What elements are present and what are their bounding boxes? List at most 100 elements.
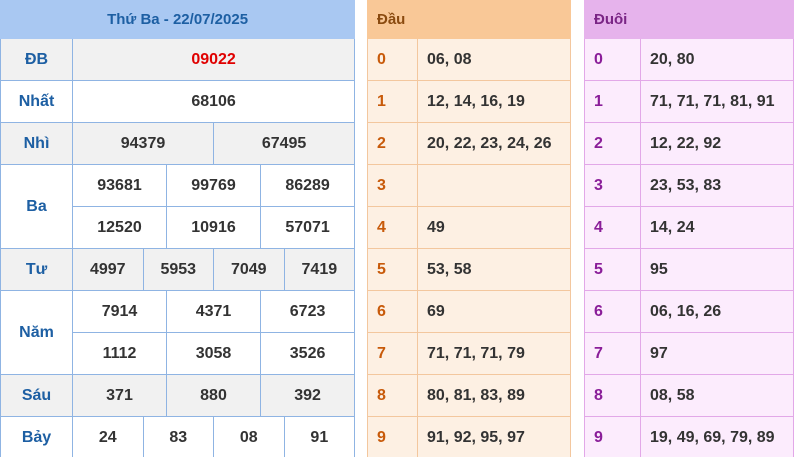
prize-number: 94379 [72,122,214,165]
head-values: 12, 14, 16, 19 [417,80,571,123]
table-row: 0 20, 80 [584,38,794,81]
prize-number: 91 [283,416,356,457]
table-row: 5 95 [584,248,794,291]
head-values [417,164,571,207]
tail-table-header-row: Đuôi [584,0,794,39]
table-row: 2 20, 22, 23, 24, 26 [367,122,571,165]
results-header-row: Thứ Ba - 22/07/2025 [0,0,356,39]
head-values: 20, 22, 23, 24, 26 [417,122,571,165]
table-row: 7 71, 71, 71, 79 [367,332,571,375]
table-row: 7 97 [584,332,794,375]
tail-values: 12, 22, 92 [640,122,794,165]
table-row: 5 53, 58 [367,248,571,291]
prize-number: 7049 [213,248,285,291]
special-prize-number: 09022 [71,38,356,81]
table-row: 0 06, 08 [367,38,571,81]
table-row: 1 71, 71, 71, 81, 91 [584,80,794,123]
tail-table-header-blank [640,0,794,39]
prize-number: 392 [259,374,356,417]
head-table-title: Đầu [367,0,418,39]
prize-label: Tư [0,248,73,291]
head-digit: 1 [367,80,418,123]
head-digits-table: Đầu 0 06, 08 1 12, 14, 16, 19 2 20, 22, 23,… [367,0,571,457]
head-digit: 3 [367,164,418,207]
tail-digit: 5 [584,248,641,291]
head-values: 69 [417,290,571,333]
head-table-header-blank [417,0,571,39]
tail-digit: 4 [584,206,641,249]
head-digit: 5 [367,248,418,291]
prize-label: Nhì [0,122,73,165]
tail-digit: 6 [584,290,641,333]
tail-digit: 9 [584,416,641,457]
head-values: 91, 92, 95, 97 [417,416,571,457]
prize-row-tu: Tư 4997 5953 7049 7419 [0,248,356,291]
head-digit: 4 [367,206,418,249]
prize-number: 24 [72,416,144,457]
prize-number: 67495 [212,122,356,165]
head-digit: 8 [367,374,418,417]
table-row: 3 23, 53, 83 [584,164,794,207]
prize-label: Sáu [0,374,73,417]
prize-number: 4371 [166,290,261,333]
table-row: 9 19, 49, 69, 79, 89 [584,416,794,457]
tail-values: 97 [640,332,794,375]
lottery-results-table: Thứ Ba - 22/07/2025 ĐB 09022 Nhất 68106 … [0,0,356,457]
table-row: 8 80, 81, 83, 89 [367,374,571,417]
head-digit: 2 [367,122,418,165]
prize-label: Bảy [0,416,73,457]
tail-values: 14, 24 [640,206,794,249]
head-values: 80, 81, 83, 89 [417,374,571,417]
prize-row-ba: Ba 93681 99769 86289 [0,164,356,249]
tail-digit: 0 [584,38,641,81]
tail-digit: 2 [584,122,641,165]
table-row: 9 91, 92, 95, 97 [367,416,571,457]
table-row: 4 49 [367,206,571,249]
prize-row-nhi: Nhì 94379 67495 [0,122,356,165]
prize-number: 1112 [72,332,167,375]
results-date-header: Thứ Ba - 22/07/2025 [0,0,356,39]
head-digit: 9 [367,416,418,457]
head-digit: 0 [367,38,418,81]
prize-number: 7419 [283,248,356,291]
prize-row-bay: Bảy 24 83 08 91 [0,416,356,457]
tail-values: 20, 80 [640,38,794,81]
tail-digit: 1 [584,80,641,123]
table-row: 4 14, 24 [584,206,794,249]
head-digit: 6 [367,290,418,333]
table-row: 6 69 [367,290,571,333]
prize-number: 08 [213,416,285,457]
prize-label: Nhất [0,80,73,123]
head-values: 71, 71, 71, 79 [417,332,571,375]
head-values: 06, 08 [417,38,571,81]
prize-row-db: ĐB 09022 [0,38,356,81]
table-row: 8 08, 58 [584,374,794,417]
tail-digit: 8 [584,374,641,417]
prize-number: 83 [142,416,214,457]
table-row: 1 12, 14, 16, 19 [367,80,571,123]
prize-number: 6723 [259,290,356,333]
head-table-header-row: Đầu [367,0,571,39]
tail-digits-table: Đuôi 0 20, 80 1 71, 71, 71, 81, 91 2 12, 22… [584,0,794,457]
prize-number: 10916 [166,206,261,249]
prize-number: 3526 [259,332,356,375]
head-values: 53, 58 [417,248,571,291]
prize-number: 68106 [71,80,356,123]
table-row: 2 12, 22, 92 [584,122,794,165]
prize-label: Ba [0,164,73,249]
tail-values: 08, 58 [640,374,794,417]
tail-digit: 3 [584,164,641,207]
prize-number: 880 [166,374,261,417]
prize-number: 93681 [72,164,167,207]
prize-number: 7914 [72,290,167,333]
head-digit: 7 [367,332,418,375]
prize-number: 86289 [259,164,356,207]
tail-values: 19, 49, 69, 79, 89 [640,416,794,457]
prize-row-sau: Sáu 371 880 392 [0,374,356,417]
prize-number: 371 [72,374,167,417]
head-values: 49 [417,206,571,249]
prize-number: 12520 [72,206,167,249]
prize-label: Năm [0,290,73,375]
tail-values: 06, 16, 26 [640,290,794,333]
prize-number: 5953 [142,248,214,291]
